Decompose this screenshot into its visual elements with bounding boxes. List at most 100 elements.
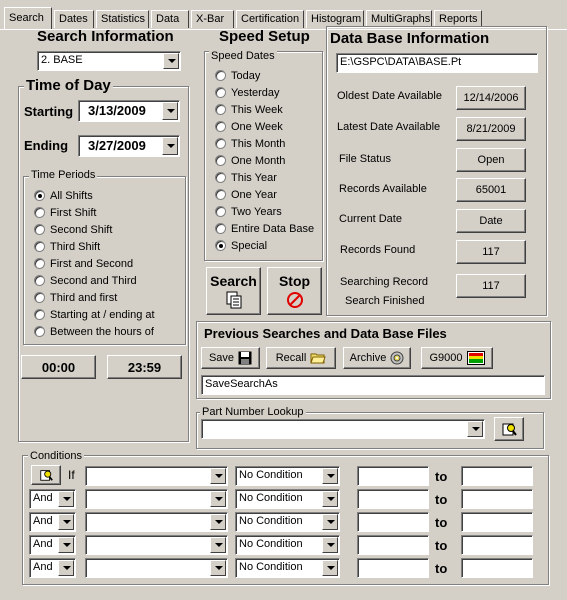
condition-operator-select-4[interactable]: And (29, 535, 76, 555)
condition-type-select-4[interactable]: No Condition (235, 535, 340, 555)
chevron-down-icon[interactable] (467, 421, 483, 437)
save-search-filename-field[interactable]: SaveSearchAs (201, 375, 545, 395)
condition-to-1[interactable] (461, 466, 533, 486)
tab-statistics[interactable]: Statistics (96, 10, 149, 28)
chevron-down-icon[interactable] (58, 491, 74, 507)
speed-this-year[interactable]: This Year (215, 171, 277, 185)
speed-this-month[interactable]: This Month (215, 137, 285, 151)
current-date-button[interactable]: Date (456, 209, 526, 233)
starting-date-field[interactable]: 3/13/2009 (78, 100, 180, 122)
chevron-down-icon[interactable] (322, 468, 338, 484)
condition-from-2[interactable] (357, 489, 429, 509)
condition-type-select-5[interactable]: No Condition (235, 558, 340, 578)
tab-search[interactable]: Search (4, 7, 52, 29)
part-number-select[interactable] (201, 419, 485, 439)
save-button[interactable]: Save (201, 347, 260, 369)
tab-dates[interactable]: Dates (54, 10, 94, 28)
condition-from-1[interactable] (357, 466, 429, 486)
tab-data[interactable]: Data (151, 10, 189, 28)
condition-to-4[interactable] (461, 535, 533, 555)
tab-xbar[interactable]: X-Bar (191, 10, 234, 28)
condition-to-5[interactable] (461, 558, 533, 578)
start-time-button[interactable]: 00:00 (21, 355, 96, 379)
speed-entire-database[interactable]: Entire Data Base (215, 222, 314, 236)
tab-certification[interactable]: Certification (236, 10, 304, 28)
chevron-down-icon[interactable] (58, 537, 74, 553)
chevron-down-icon[interactable] (322, 514, 338, 530)
chevron-down-icon[interactable] (210, 468, 226, 484)
search-button[interactable]: Search (206, 267, 261, 315)
chevron-down-icon[interactable] (210, 560, 226, 576)
period-third-and-first[interactable]: Third and first (34, 291, 117, 305)
speed-this-week[interactable]: This Week (215, 103, 283, 117)
condition-field-select-1[interactable] (85, 466, 228, 486)
condition-from-4[interactable] (357, 535, 429, 555)
period-between-hours[interactable]: Between the hours of (34, 325, 154, 339)
condition-field-select-2[interactable] (85, 489, 228, 509)
condition-to-2[interactable] (461, 489, 533, 509)
chevron-down-icon[interactable] (162, 137, 178, 155)
period-first-and-second[interactable]: First and Second (34, 257, 133, 271)
searching-record-value[interactable]: 117 (456, 274, 526, 298)
condition-to-3[interactable] (461, 512, 533, 532)
chevron-down-icon[interactable] (210, 491, 226, 507)
end-time-button[interactable]: 23:59 (107, 355, 182, 379)
condition-operator-select-2[interactable]: And (29, 489, 76, 509)
search-finished-label: Search Finished (345, 295, 425, 307)
period-first-shift[interactable]: First Shift (34, 206, 96, 220)
records-available-label: Records Available (339, 183, 427, 195)
previous-searches-title: Previous Searches and Data Base Files (204, 326, 447, 341)
chevron-down-icon[interactable] (322, 537, 338, 553)
chevron-down-icon[interactable] (163, 53, 179, 69)
speed-one-year[interactable]: One Year (215, 188, 277, 202)
period-starting-ending[interactable]: Starting at / ending at (34, 308, 155, 322)
period-second-shift[interactable]: Second Shift (34, 223, 112, 237)
condition-operator-select-3[interactable]: And (29, 512, 76, 532)
speed-one-week[interactable]: One Week (215, 120, 283, 134)
condition-operator-select-5[interactable]: And (29, 558, 76, 578)
chevron-down-icon[interactable] (162, 102, 178, 120)
part-lookup-label: Part Number Lookup (200, 406, 306, 418)
chevron-down-icon[interactable] (210, 514, 226, 530)
speed-today[interactable]: Today (215, 69, 260, 83)
condition-type-select-2[interactable]: No Condition (235, 489, 340, 509)
chevron-down-icon[interactable] (58, 560, 74, 576)
part-lookup-button[interactable] (494, 417, 524, 441)
speed-dates-group: Speed Dates Today Yesterday This Week On… (204, 50, 323, 261)
file-status-value[interactable]: Open (456, 148, 526, 172)
g9000-button[interactable]: G9000 (421, 347, 493, 369)
condition-lookup-button[interactable] (31, 465, 61, 485)
searching-record-label: Searching Record (340, 276, 429, 288)
records-available-value[interactable]: 65001 (456, 178, 526, 202)
condition-field-select-4[interactable] (85, 535, 228, 555)
radio-icon (215, 172, 226, 183)
database-select[interactable]: 2. BASE (37, 51, 181, 71)
oldest-date-value[interactable]: 12/14/2006 (456, 86, 526, 110)
speed-two-years[interactable]: Two Years (215, 205, 282, 219)
recall-button[interactable]: Recall (266, 347, 336, 369)
ending-date-field[interactable]: 3/27/2009 (78, 135, 180, 157)
condition-field-select-3[interactable] (85, 512, 228, 532)
chevron-down-icon[interactable] (210, 537, 226, 553)
speed-special[interactable]: Special (215, 239, 267, 253)
speed-yesterday[interactable]: Yesterday (215, 86, 280, 100)
latest-date-value[interactable]: 8/21/2009 (456, 117, 526, 141)
archive-button[interactable]: Archive (343, 347, 411, 369)
database-select-value: 2. BASE (41, 54, 83, 66)
period-second-and-third[interactable]: Second and Third (34, 274, 137, 288)
search-button-label: Search (210, 273, 257, 289)
stop-button[interactable]: Stop (267, 267, 322, 315)
period-all-shifts[interactable]: All Shifts (34, 189, 93, 203)
condition-type-select-1[interactable]: No Condition (235, 466, 340, 486)
speed-one-month[interactable]: One Month (215, 154, 285, 168)
chevron-down-icon[interactable] (322, 560, 338, 576)
period-third-shift[interactable]: Third Shift (34, 240, 100, 254)
condition-type-select-3[interactable]: No Condition (235, 512, 340, 532)
condition-field-select-5[interactable] (85, 558, 228, 578)
db-path-field[interactable]: E:\GSPC\DATA\BASE.Pt (336, 53, 538, 73)
chevron-down-icon[interactable] (58, 514, 74, 530)
condition-from-3[interactable] (357, 512, 429, 532)
chevron-down-icon[interactable] (322, 491, 338, 507)
condition-from-5[interactable] (357, 558, 429, 578)
records-found-value[interactable]: 117 (456, 240, 526, 264)
